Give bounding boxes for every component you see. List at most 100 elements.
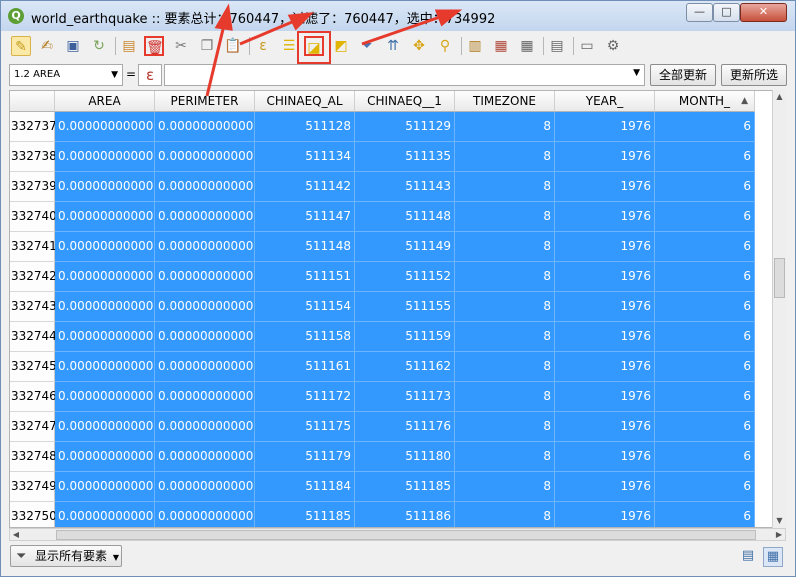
actions-icon[interactable]: ⚙ — [603, 36, 623, 56]
table-cell[interactable]: 6 — [655, 382, 755, 412]
column-header-chinaeq-1[interactable]: CHINAEQ__1 — [355, 91, 455, 112]
table-cell[interactable]: 511142 — [255, 172, 355, 202]
scroll-right-icon[interactable]: ▶ — [773, 529, 785, 540]
table-cell[interactable]: 511161 — [255, 352, 355, 382]
table-cell[interactable]: 0.00000000000 — [155, 172, 255, 202]
table-cell[interactable]: 1976 — [555, 202, 655, 232]
table-cell[interactable]: 1976 — [555, 322, 655, 352]
table-cell[interactable]: 8 — [455, 472, 555, 502]
horizontal-scrollbar[interactable]: ◀ ▶ — [9, 528, 786, 541]
table-cell[interactable]: 511185 — [355, 472, 455, 502]
row-header[interactable]: 332741 — [10, 232, 57, 262]
row-header[interactable]: 332743 — [10, 292, 57, 322]
row-header[interactable]: 332744 — [10, 322, 57, 352]
expression-input[interactable]: ▼ — [164, 64, 645, 86]
row-header[interactable]: 332749 — [10, 472, 57, 502]
table-cell[interactable]: 6 — [655, 262, 755, 292]
select-all-icon[interactable]: ☰ — [279, 36, 299, 56]
column-header-area[interactable]: AREA — [55, 91, 155, 112]
column-header-timezone[interactable]: TIMEZONE — [455, 91, 555, 112]
row-header[interactable]: 332746 — [10, 382, 57, 412]
add-feature-icon[interactable]: ▤ — [119, 36, 139, 56]
table-cell[interactable]: 0.00000000000 — [55, 352, 155, 382]
table-cell[interactable]: 511128 — [255, 112, 355, 142]
close-button[interactable]: ✕ — [740, 3, 787, 22]
delete-selected-icon[interactable]: 🗑 — [144, 36, 164, 56]
table-cell[interactable]: 8 — [455, 502, 555, 527]
minimize-button[interactable]: — — [686, 3, 713, 22]
table-cell[interactable]: 511175 — [255, 412, 355, 442]
deselect-all-icon[interactable]: ◩ — [331, 36, 351, 56]
table-cell[interactable]: 511151 — [255, 262, 355, 292]
table-cell[interactable]: 6 — [655, 292, 755, 322]
corner-header[interactable] — [10, 91, 55, 112]
table-cell[interactable]: 511185 — [255, 502, 355, 527]
expression-builder-button[interactable]: ε — [138, 64, 162, 86]
vertical-scrollbar[interactable]: ▲ ▼ — [772, 90, 786, 528]
table-view-icon[interactable]: ▦ — [763, 547, 783, 567]
table-cell[interactable]: 0.00000000000 — [55, 142, 155, 172]
table-cell[interactable]: 6 — [655, 172, 755, 202]
table-cell[interactable]: 0.00000000000 — [155, 232, 255, 262]
table-cell[interactable]: 0.00000000000 — [155, 322, 255, 352]
column-header-month[interactable]: MONTH_ ▲ — [655, 91, 755, 112]
table-cell[interactable]: 0.00000000000 — [55, 172, 155, 202]
row-header[interactable]: 332750 — [10, 502, 57, 527]
row-header[interactable]: 332738 — [10, 142, 57, 172]
table-cell[interactable]: 511179 — [255, 442, 355, 472]
table-cell[interactable]: 0.00000000000 — [155, 142, 255, 172]
toggle-editing-icon[interactable]: ✎ — [11, 36, 31, 56]
table-cell[interactable]: 511147 — [255, 202, 355, 232]
table-cell[interactable]: 8 — [455, 352, 555, 382]
table-cell[interactable]: 1976 — [555, 262, 655, 292]
scroll-down-icon[interactable]: ▼ — [773, 514, 786, 528]
table-cell[interactable]: 8 — [455, 442, 555, 472]
table-cell[interactable]: 511143 — [355, 172, 455, 202]
table-cell[interactable]: 8 — [455, 112, 555, 142]
row-header[interactable]: 332739 — [10, 172, 57, 202]
table-cell[interactable]: 511152 — [355, 262, 455, 292]
conditional-formatting-icon[interactable]: ▤ — [547, 36, 567, 56]
row-header[interactable]: 332745 — [10, 352, 57, 382]
table-cell[interactable]: 511173 — [355, 382, 455, 412]
table-cell[interactable]: 1976 — [555, 382, 655, 412]
save-edits-icon[interactable]: ▣ — [63, 36, 83, 56]
table-cell[interactable]: 0.00000000000 — [155, 412, 255, 442]
column-header-year[interactable]: YEAR_ — [555, 91, 655, 112]
field-select[interactable]: 1.2 AREA ▼ — [9, 64, 123, 86]
table-cell[interactable]: 0.00000000000 — [155, 292, 255, 322]
table-cell[interactable]: 6 — [655, 142, 755, 172]
table-cell[interactable]: 0.00000000000 — [155, 262, 255, 292]
table-cell[interactable]: 0.00000000000 — [55, 472, 155, 502]
table-cell[interactable]: 1976 — [555, 412, 655, 442]
table-cell[interactable]: 511184 — [255, 472, 355, 502]
table-cell[interactable]: 0.00000000000 — [55, 292, 155, 322]
table-cell[interactable]: 1976 — [555, 142, 655, 172]
table-cell[interactable]: 0.00000000000 — [155, 442, 255, 472]
attribute-table[interactable]: AREA PERIMETER CHINAEQ_AL CHINAEQ__1 TIMEZON… — [9, 90, 785, 528]
table-cell[interactable]: 511134 — [255, 142, 355, 172]
cut-icon[interactable]: ✂ — [171, 36, 191, 56]
table-cell[interactable]: 511162 — [355, 352, 455, 382]
update-all-button[interactable]: 全部更新 — [650, 64, 716, 86]
table-cell[interactable]: 511135 — [355, 142, 455, 172]
update-selected-button[interactable]: 更新所选 — [721, 64, 787, 86]
table-cell[interactable]: 511172 — [255, 382, 355, 412]
new-field-icon[interactable]: ▥ — [465, 36, 485, 56]
table-cell[interactable]: 0.00000000000 — [155, 352, 255, 382]
dock-icon[interactable]: ▭ — [577, 36, 597, 56]
table-cell[interactable]: 0.00000000000 — [55, 382, 155, 412]
table-cell[interactable]: 0.00000000000 — [155, 382, 255, 412]
row-header[interactable]: 332748 — [10, 442, 57, 472]
table-cell[interactable]: 6 — [655, 442, 755, 472]
table-cell[interactable]: 6 — [655, 412, 755, 442]
delete-field-icon[interactable]: ▦ — [491, 36, 511, 56]
table-cell[interactable]: 0.00000000000 — [55, 232, 155, 262]
table-cell[interactable]: 1976 — [555, 232, 655, 262]
table-cell[interactable]: 511149 — [355, 232, 455, 262]
table-cell[interactable]: 1976 — [555, 442, 655, 472]
scroll-left-icon[interactable]: ◀ — [10, 529, 22, 540]
table-cell[interactable]: 0.00000000000 — [155, 202, 255, 232]
vertical-scroll-thumb[interactable] — [774, 258, 785, 298]
table-cell[interactable]: 511158 — [255, 322, 355, 352]
